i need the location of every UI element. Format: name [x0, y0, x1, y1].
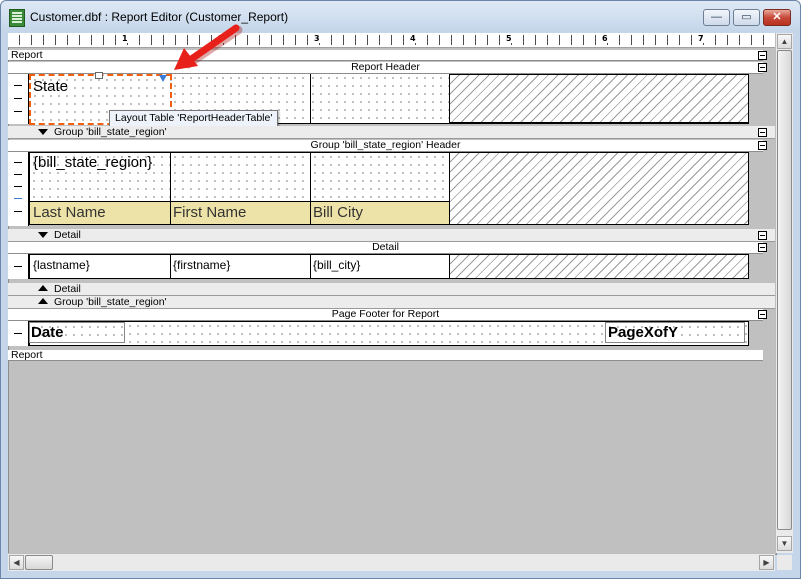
- row-gutter: [8, 254, 29, 279]
- collapse-button[interactable]: [758, 128, 767, 137]
- layout-table-tooltip: Layout Table 'ReportHeaderTable': [109, 110, 279, 127]
- row-marker: [14, 174, 22, 175]
- table-cell[interactable]: [310, 152, 450, 202]
- row-marker: [14, 266, 22, 267]
- table-menu-icon[interactable]: [159, 75, 167, 82]
- horizontal-ruler: 1 2 3 4 5 6 7: [8, 33, 775, 48]
- collapse-button[interactable]: [758, 51, 767, 60]
- row-gutter: [8, 321, 29, 346]
- band-report-bottom[interactable]: Report: [8, 350, 763, 361]
- column-header-label: First Name: [173, 204, 247, 221]
- date-field[interactable]: Date: [29, 322, 125, 343]
- column-header-cell[interactable]: Last Name: [29, 201, 171, 225]
- table-cell[interactable]: {bill_state_region}: [29, 152, 171, 202]
- row-marker: [14, 211, 22, 212]
- spreadsheet-icon: [9, 9, 25, 27]
- expand-down-icon[interactable]: [38, 129, 48, 135]
- vertical-scrollbar[interactable]: ▲ ▼: [775, 33, 793, 553]
- expand-down-icon[interactable]: [38, 232, 48, 238]
- horizontal-scroll-thumb[interactable]: [25, 555, 53, 570]
- group-band-collapsed[interactable]: Group 'bill_state_region': [8, 126, 775, 139]
- row-marker: [14, 333, 22, 334]
- ruler-number: 5: [505, 34, 513, 43]
- row-marker: [14, 162, 22, 163]
- red-arrow-icon: [174, 24, 243, 70]
- collapse-button[interactable]: [758, 63, 767, 72]
- group-field[interactable]: {bill_state_region}: [33, 154, 152, 171]
- row-marker: [14, 85, 22, 86]
- page-x-of-y-label[interactable]: PageXofY: [608, 324, 678, 341]
- title-bar[interactable]: Customer.dbf : Report Editor (Customer_R…: [0, 0, 801, 34]
- collapse-button[interactable]: [758, 310, 767, 319]
- column-header-label: Bill City: [313, 204, 364, 221]
- expand-up-icon[interactable]: [38, 285, 48, 291]
- band-report-header[interactable]: Report Header: [8, 62, 763, 74]
- ruler-number: 6: [601, 34, 609, 43]
- detail-band-label: Detail: [54, 229, 81, 241]
- state-label[interactable]: State: [33, 78, 68, 95]
- detail-cell[interactable]: {bill_city}: [310, 254, 450, 279]
- unused-area: [449, 254, 749, 279]
- maximize-button[interactable]: ▭: [733, 9, 760, 26]
- row-marker: [14, 186, 22, 187]
- scroll-down-icon[interactable]: ▼: [777, 536, 792, 551]
- window-title: Customer.dbf : Report Editor (Customer_R…: [30, 10, 289, 24]
- horizontal-scrollbar[interactable]: ◀ ▶: [8, 553, 775, 571]
- minimize-button[interactable]: —: [703, 9, 730, 26]
- vertical-scroll-thumb[interactable]: [777, 50, 792, 530]
- table-cell[interactable]: [170, 152, 311, 202]
- collapse-button[interactable]: [758, 243, 767, 252]
- detail-footer-band[interactable]: Detail: [8, 283, 775, 296]
- scroll-up-icon[interactable]: ▲: [777, 34, 792, 49]
- band-page-footer[interactable]: Page Footer for Report: [8, 309, 763, 321]
- resize-handle[interactable]: [95, 72, 103, 79]
- column-header-label: Last Name: [33, 204, 106, 221]
- unused-area: [449, 74, 749, 123]
- detail-footer-label: Detail: [54, 283, 81, 295]
- collapse-button[interactable]: [758, 141, 767, 150]
- scroll-left-icon[interactable]: ◀: [9, 555, 24, 570]
- group-footer-label: Group 'bill_state_region': [54, 296, 167, 308]
- detail-field[interactable]: {bill_city}: [313, 258, 360, 272]
- unused-area: [449, 152, 749, 225]
- detail-field[interactable]: {lastname}: [33, 258, 90, 272]
- row-gutter: [8, 152, 29, 226]
- row-marker: [14, 98, 22, 99]
- detail-cell[interactable]: {firstname}: [170, 254, 311, 279]
- ruler-number: 3: [313, 34, 321, 43]
- expand-up-icon[interactable]: [38, 298, 48, 304]
- row-marker: [14, 198, 22, 199]
- detail-cell[interactable]: {lastname}: [29, 254, 171, 279]
- band-report-top[interactable]: Report: [8, 50, 763, 61]
- ruler-number: 4: [409, 34, 417, 43]
- row-marker: [14, 111, 22, 112]
- row-gutter: [8, 74, 29, 124]
- ruler-number: 1: [121, 34, 129, 43]
- column-header-cell[interactable]: Bill City: [310, 201, 450, 225]
- band-group-header[interactable]: Group 'bill_state_region' Header: [8, 140, 763, 152]
- collapse-button[interactable]: [758, 231, 767, 240]
- scroll-right-icon[interactable]: ▶: [759, 555, 774, 570]
- ruler-number: 7: [697, 34, 705, 43]
- detail-field[interactable]: {firstname}: [173, 258, 230, 272]
- band-margin: [749, 152, 775, 226]
- date-label[interactable]: Date: [31, 324, 64, 341]
- group-band-label: Group 'bill_state_region': [54, 126, 167, 138]
- column-header-cell[interactable]: First Name: [170, 201, 311, 225]
- close-button[interactable]: ✕: [763, 9, 791, 26]
- page-number-field[interactable]: PageXofY: [605, 322, 745, 343]
- band-detail[interactable]: Detail: [8, 242, 763, 254]
- resize-grip[interactable]: [777, 555, 792, 570]
